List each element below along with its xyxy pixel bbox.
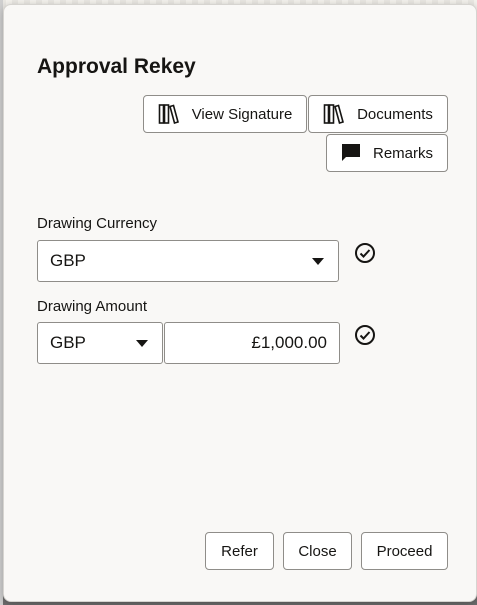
dialog-title: Approval Rekey [37, 55, 196, 78]
remarks-button[interactable]: Remarks [326, 134, 448, 172]
chevron-down-icon [136, 340, 148, 347]
drawing-amount-label: Drawing Amount [37, 298, 148, 315]
remarks-label: Remarks [372, 144, 433, 162]
check-circle-icon [355, 243, 375, 263]
chevron-down-icon [312, 258, 324, 265]
check-circle-icon [355, 325, 375, 345]
close-button[interactable]: Close [283, 532, 352, 570]
view-signature-label: View Signature [191, 105, 293, 123]
drawing-amount-currency-select[interactable]: GBP [37, 322, 163, 364]
documents-label: Documents [357, 105, 433, 123]
drawing-currency-select[interactable]: GBP [37, 240, 339, 282]
drawing-amount-currency-value: GBP [50, 333, 86, 352]
refer-button[interactable]: Refer [205, 532, 274, 570]
approval-rekey-dialog: Approval Rekey View Signature Documents … [3, 4, 477, 602]
drawing-amount-input[interactable]: £1,000.00 [164, 322, 340, 364]
drawing-currency-label: Drawing Currency [37, 215, 158, 232]
proceed-button[interactable]: Proceed [361, 532, 448, 570]
documents-button[interactable]: Documents [308, 95, 448, 133]
drawing-currency-value: GBP [50, 251, 86, 270]
library-books-icon [323, 104, 345, 124]
view-signature-button[interactable]: View Signature [143, 95, 307, 133]
library-books-icon [158, 104, 179, 124]
drawing-amount-value: £1,000.00 [251, 333, 327, 352]
comment-icon [341, 144, 360, 161]
